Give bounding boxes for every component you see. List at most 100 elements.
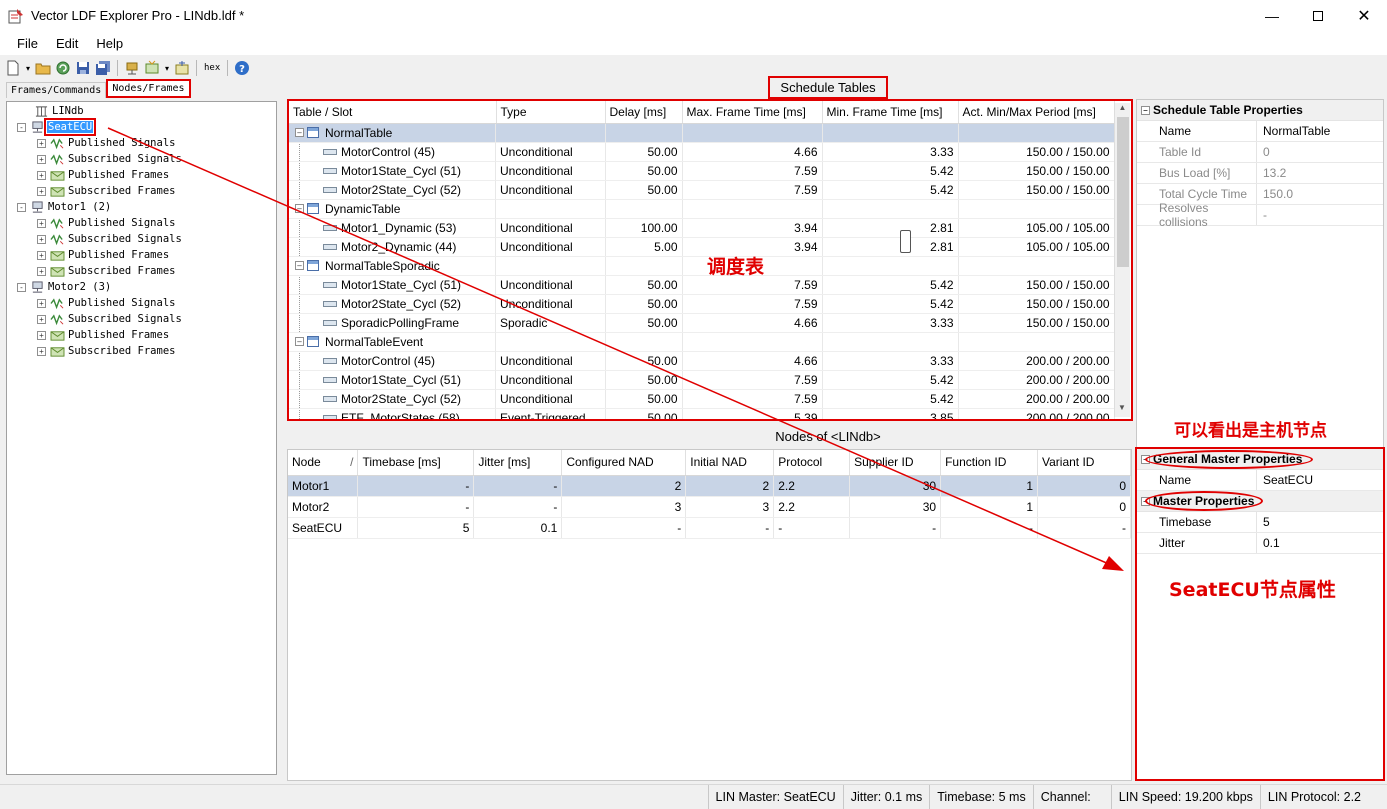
property-row[interactable]: Bus Load [%] 13.2 [1137,163,1383,184]
column-header[interactable]: Delay [ms] [605,101,683,124]
tree-child-2-3[interactable]: + Subscribed Frames [37,343,176,359]
tree-child-2-1[interactable]: + Subscribed Signals [37,311,183,327]
expand-toggle-icon[interactable]: + [37,298,46,308]
collapse-icon[interactable]: – [295,128,304,137]
expand-toggle-icon[interactable]: + [37,154,46,164]
node-row[interactable]: SeatECU 5 0.1- - - - - - [288,517,1131,539]
schedule-slot-row[interactable]: Motor2_Dynamic (44) Unconditional 5.00 3.94… [289,237,1115,257]
property-value[interactable]: - [1257,205,1267,225]
tree-child-1-3[interactable]: + Subscribed Frames [37,263,176,279]
column-header[interactable]: Table / Slot [289,101,497,124]
collapse-icon[interactable]: – [295,261,304,270]
tree-node-1[interactable]: - Motor1 (2) [17,199,112,215]
property-row[interactable]: Name NormalTable [1137,121,1383,142]
schedule-slot-row[interactable]: Motor1State_Cycl (51) Unconditional 50.00 7… [289,275,1115,295]
expand-toggle-icon[interactable]: + [37,346,46,356]
column-header[interactable]: Act. Min/Max Period [ms] [958,101,1115,124]
expand-toggle-icon[interactable]: + [37,266,46,276]
tree-child-2-2[interactable]: + Published Frames [37,327,170,343]
property-row[interactable]: Table Id 0 [1137,142,1383,163]
schedule-slot-row[interactable]: Motor2State_Cycl (52) Unconditional 50.00 7… [289,294,1115,314]
menu-file[interactable]: File [8,36,47,51]
tree-child-1-0[interactable]: + Published Signals [37,215,176,231]
column-header[interactable]: Initial NAD [685,450,775,476]
expand-toggle-icon[interactable]: + [37,138,46,148]
minimize-button[interactable]: — [1249,0,1295,31]
new-dropdown-icon[interactable]: ▾ [24,59,32,77]
expand-toggle-icon[interactable]: + [37,250,46,260]
schedule-slot-row[interactable]: SporadicPollingFrame Sporadic 50.00 4.66 3.3… [289,313,1115,333]
tree-child-0-0[interactable]: + Published Signals [37,135,176,151]
tab-frames-commands[interactable]: Frames/Commands [6,82,107,98]
property-row[interactable]: Timebase 5 [1137,512,1383,533]
schedule-slot-row[interactable]: ETF_MotorStates (58) Event-Triggered 50.00… [289,408,1115,421]
property-row[interactable]: Jitter 0.1 [1137,533,1383,554]
tree-child-2-0[interactable]: + Published Signals [37,295,176,311]
tree-child-0-1[interactable]: + Subscribed Signals [37,151,183,167]
column-header[interactable]: Timebase [ms] [357,450,475,476]
save-button[interactable] [74,59,92,77]
tab-nodes-frames[interactable]: Nodes/Frames [106,79,191,98]
node-row[interactable]: Motor2- -3 3 2.2 30 1 0 [288,496,1131,518]
property-value[interactable]: NormalTable [1257,121,1330,141]
tree-child-0-2[interactable]: + Published Frames [37,167,170,183]
column-header[interactable]: Min. Frame Time [ms] [822,101,959,124]
property-value[interactable]: SeatECU [1257,470,1313,490]
property-value[interactable]: 0 [1257,142,1270,162]
menu-edit[interactable]: Edit [47,36,87,51]
schedule-group-row[interactable]: – DynamicTable [289,199,1115,219]
schedule-properties-group[interactable]: – Schedule Table Properties [1137,100,1383,121]
column-header[interactable]: Supplier ID [849,450,942,476]
save-all-button[interactable] [94,59,112,77]
column-header[interactable]: Node / [288,450,359,476]
property-row[interactable]: Name SeatECU [1137,470,1383,491]
expand-toggle-icon[interactable]: + [37,314,46,324]
schedule-group-row[interactable]: – NormalTableSporadic [289,256,1115,276]
expand-toggle-icon[interactable]: + [37,170,46,180]
collapse-icon[interactable]: – [295,204,304,213]
maximize-button[interactable] [1295,0,1341,31]
node-row[interactable]: Motor1- -2 2 2.2 30 1 0 [288,475,1131,497]
schedule-slot-row[interactable]: Motor1_Dynamic (53) Unconditional 100.00 3.… [289,218,1115,238]
property-value[interactable]: 0.1 [1257,533,1280,553]
add-signal-button[interactable] [173,59,191,77]
column-header[interactable]: Variant ID [1037,450,1131,476]
add-frame-dropdown-icon[interactable]: ▾ [163,59,171,77]
expand-toggle-icon[interactable]: - [17,282,26,292]
menu-help[interactable]: Help [87,36,132,51]
scroll-thumb[interactable] [1117,117,1129,267]
hex-toggle-button[interactable]: hex [202,59,222,77]
schedule-slot-row[interactable]: Motor1State_Cycl (51) Unconditional 50.00 7… [289,161,1115,181]
schedule-slot-row[interactable]: Motor2State_Cycl (52) Unconditional 50.00 7… [289,180,1115,200]
expand-toggle-icon[interactable]: + [37,186,46,196]
tree-child-1-1[interactable]: + Subscribed Signals [37,231,183,247]
add-frame-button[interactable] [143,59,161,77]
column-header[interactable]: Type [496,101,606,124]
scroll-up-arrow-icon[interactable]: ▲ [1115,103,1130,117]
property-row[interactable]: Resolves collisions - [1137,201,1383,229]
schedule-slot-row[interactable]: MotorControl (45) Unconditional 50.00 4.66 3… [289,142,1115,162]
tree-child-0-3[interactable]: + Subscribed Frames [37,183,176,199]
schedule-slot-row[interactable]: Motor1State_Cycl (51) Unconditional 50.00 7… [289,370,1115,390]
reload-button[interactable] [54,59,72,77]
column-header[interactable]: Jitter [ms] [473,450,563,476]
property-value[interactable]: 5 [1257,512,1270,532]
tree-node-2[interactable]: - Motor2 (3) [17,279,112,295]
expand-toggle-icon[interactable]: + [37,234,46,244]
collapse-icon[interactable]: – [295,337,304,346]
column-header[interactable]: Protocol [773,450,851,476]
schedule-group-row[interactable]: – NormalTableEvent [289,332,1115,352]
scroll-down-arrow-icon[interactable]: ▼ [1115,403,1129,417]
new-file-button[interactable] [4,59,22,77]
open-button[interactable] [34,59,52,77]
tree-node-0[interactable]: - SeatECU [17,118,97,136]
expand-toggle-icon[interactable]: - [17,122,26,132]
property-value[interactable]: 150.0 [1257,184,1293,204]
property-value[interactable]: 13.2 [1257,163,1286,183]
schedule-vertical-scrollbar[interactable]: ▲ ▼ [1114,103,1130,417]
expand-toggle-icon[interactable]: + [37,330,46,340]
close-button[interactable]: ✕ [1341,0,1387,31]
tree-root-lindb[interactable]: LINdb [33,103,85,119]
schedule-group-row[interactable]: – NormalTable [289,123,1115,143]
schedule-slot-row[interactable]: Motor2State_Cycl (52) Unconditional 50.00 7… [289,389,1115,409]
